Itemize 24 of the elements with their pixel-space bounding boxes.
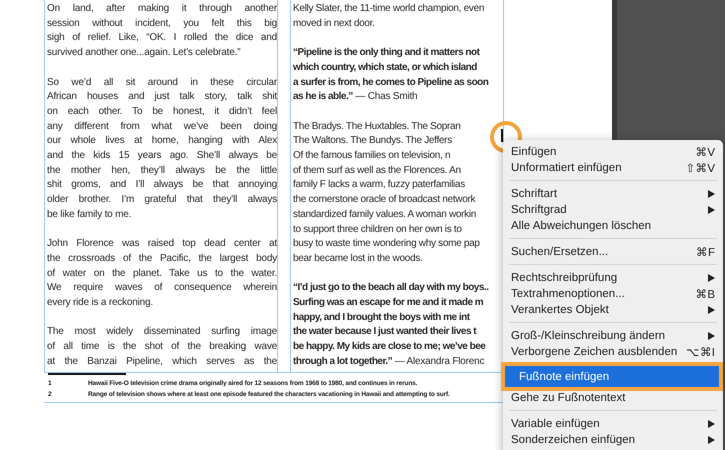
menu-item[interactable]: Textrahmenoptionen... ⌘B bbox=[503, 286, 723, 302]
menu-item[interactable]: Suchen/Ersetzen... ⌘F bbox=[503, 244, 723, 260]
menu-item[interactable]: Rechtschreibprüfung bbox=[503, 270, 723, 286]
paragraph: The Bradys. The Huxtables. The Sopran The Waltons. The Bundys. The Jeffers Of the famous families on television, n of them surf as well as the Florences. An family F lacks a warm, fuzzy paterfamilias the cornerstone oracle of broadcast network standardized family values. A woman workin to support three children on her own is to busy to waste time wondering why some pap bear became lost in the woods. bbox=[293, 120, 480, 266]
menu-item[interactable]: Einfügen ⌘V bbox=[503, 144, 723, 160]
paragraph: Kelly Slater, the 11-time world champion, even moved in next door. bbox=[293, 2, 484, 31]
quote-paragraph: “I’d just go to the beach all day with my boys.. Surfing was an escape for me and it made m happy, and I brought the boys with me int the water because I just wanted their lives t be happy. My kids are close to me; we’ve bee through a lot together.” — Alexandra Florenc bbox=[293, 281, 488, 369]
quote-paragraph: “Pipeline is the only thing and it matters not which country, which state, or which island a surfer is from, he comes to Pipeline as soon as he is able.” — Chas Smith bbox=[293, 46, 488, 104]
paragraph: The most widely disseminated surfing image of all time is the shot of the breaking wave at the Banzai Pipeline, which serves as the bbox=[47, 325, 277, 369]
text-cursor bbox=[501, 129, 502, 142]
menu-item[interactable]: Schriftart bbox=[503, 186, 723, 202]
menu-item[interactable]: Unformatiert einfügen ⇧⌘V bbox=[503, 160, 723, 176]
menu-item[interactable]: Fußnote einfügen bbox=[505, 366, 719, 387]
menu-item[interactable]: Verborgene Zeichen ausblenden ⌥⌘I bbox=[503, 344, 723, 360]
menu-item[interactable]: Variable einfügen bbox=[503, 416, 723, 432]
paragraph: On land, after making it through another session without incident, you felt this big sigh of relief. Like, “OK. I rolled the dice and survived another one...again. Let’s celebrate.” bbox=[47, 2, 277, 60]
paragraph: John Florence was raised top dead center at the crossroads of the Pacific, the largest body of water on the planet. Take us to the water. We require waves of consequence wherein every ride is a reckoning. bbox=[47, 237, 277, 310]
menu-item[interactable]: Verankertes Objekt bbox=[503, 302, 723, 318]
menu-item[interactable]: Gehe zu Fußnotentext bbox=[503, 390, 723, 406]
menu-item[interactable]: Schriftgrad bbox=[503, 202, 723, 218]
menu-item[interactable]: Alle Abweichungen löschen bbox=[503, 218, 723, 234]
menu-item[interactable]: Sonderzeichen einfügen bbox=[503, 432, 723, 448]
menu-item[interactable]: Groß-/Kleinschreibung ändern bbox=[503, 328, 723, 344]
paragraph: So we’d all sit around in these circular African houses and just talk story, talk shit on each other. To be honest, it didn’t feel any different from what we’ve been doing our whole lives at home, hanging with Alex and the kids 15 years ago. She’ll always be the mother hen, they’ll always be the little shit groms, and I’ll always be that annoying older brother. I’m grateful that they’ll always be like family to me. bbox=[47, 76, 277, 222]
